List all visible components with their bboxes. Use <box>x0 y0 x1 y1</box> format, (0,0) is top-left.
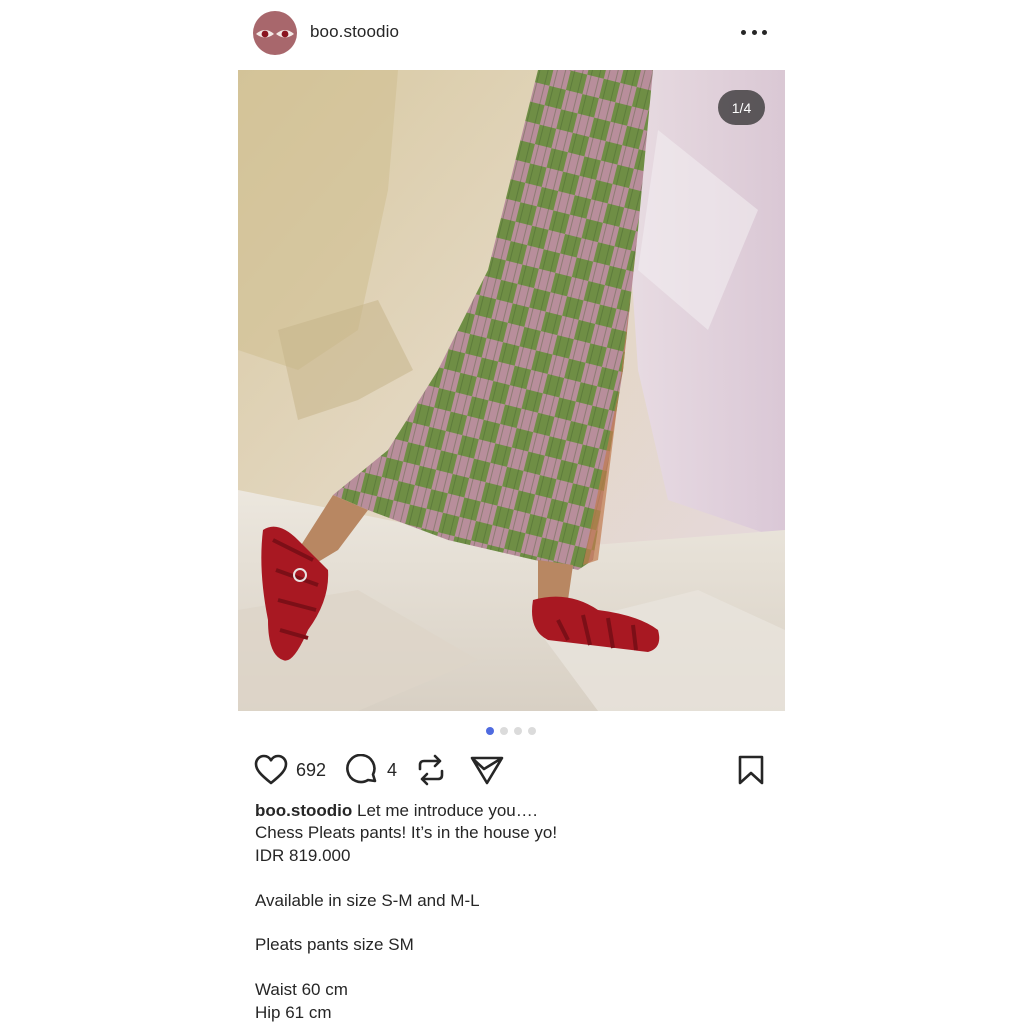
caption-line: IDR 819.000 <box>255 845 351 865</box>
post-header: boo.stoodio <box>238 0 785 68</box>
caption-line <box>255 912 775 934</box>
heart-icon <box>254 754 288 785</box>
caption-username[interactable]: boo.stoodio <box>255 801 352 820</box>
carousel-counter: 1/4 <box>718 90 765 125</box>
caption-line: Hip 61 cm <box>255 1002 332 1022</box>
carousel-dot <box>514 727 522 735</box>
carousel-dot <box>500 727 508 735</box>
post-photo-illustration <box>238 70 785 711</box>
caption-first-line: boo.stoodio Let me introduce you…. <box>255 800 775 822</box>
carousel-indicator <box>486 727 536 735</box>
more-options-icon[interactable] <box>741 24 767 40</box>
carousel-dot-active <box>486 727 494 735</box>
post-username[interactable]: boo.stoodio <box>310 22 399 42</box>
bookmark-icon <box>738 755 764 785</box>
post-caption: boo.stoodio Let me introduce you…. Chess… <box>255 800 775 1024</box>
post-actions: 692 4 <box>254 750 768 790</box>
carousel-dot <box>528 727 536 735</box>
repost-icon <box>418 754 444 786</box>
repost-button[interactable] <box>416 750 446 790</box>
comment-bubble-icon <box>346 753 377 783</box>
caption-line: Pleats pants size SM <box>255 935 414 955</box>
caption-line: Waist 60 cm <box>255 980 348 1000</box>
caption-line: Chess Pleats pants! It’s in the house yo… <box>255 823 558 843</box>
post-image[interactable]: 1/4 <box>238 70 785 711</box>
like-count: 692 <box>296 759 327 780</box>
send-icon <box>470 756 504 785</box>
caption-line <box>255 957 775 979</box>
comment-count: 4 <box>387 759 398 780</box>
avatar-eyes-icon <box>256 30 294 38</box>
like-button[interactable]: 692 <box>254 750 326 790</box>
comment-button[interactable]: 4 <box>346 750 397 790</box>
avatar[interactable] <box>253 11 297 55</box>
caption-line <box>255 867 775 889</box>
caption-text: Let me introduce you…. <box>357 801 538 820</box>
share-button[interactable] <box>470 750 504 790</box>
save-button[interactable] <box>736 750 766 790</box>
caption-line: Available in size S-M and M-L <box>255 890 480 910</box>
